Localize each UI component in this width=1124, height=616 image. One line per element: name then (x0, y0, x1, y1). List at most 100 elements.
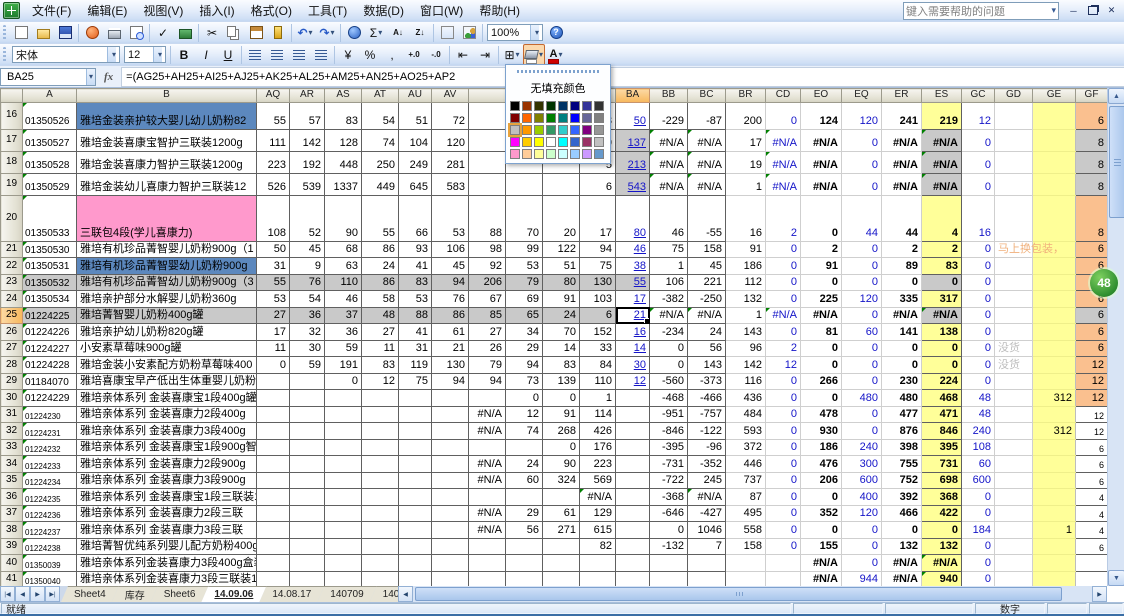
cell-ES22[interactable]: 83 (922, 258, 962, 275)
cell-GC19[interactable]: 0 (962, 173, 995, 195)
color-swatch-FFCC00[interactable] (522, 137, 532, 147)
cell-BA33[interactable] (616, 439, 650, 456)
cell-AW28[interactable]: 79 (469, 357, 506, 374)
cell-B25[interactable]: 雅培菁智婴儿奶粉400g罐 (77, 307, 257, 324)
cell-EO29[interactable]: 266 (801, 373, 842, 390)
cell-AT16[interactable]: 54 (362, 102, 399, 129)
cell-CD28[interactable]: 12 (766, 357, 801, 374)
cell-CD37[interactable]: 0 (766, 505, 801, 522)
cell-EQ27[interactable]: 0 (842, 340, 882, 357)
cell-AR39[interactable] (290, 538, 325, 555)
cell-EO38[interactable]: 0 (801, 522, 842, 539)
chevron-down-icon[interactable]: ▾ (516, 50, 520, 59)
cell-EQ28[interactable]: 0 (842, 357, 882, 374)
minimize-button[interactable]: ─ (1065, 3, 1082, 18)
cell-ER21[interactable]: 2 (882, 241, 922, 258)
cell-AR35[interactable] (290, 472, 325, 489)
cell-BC25[interactable]: #N/A (688, 307, 726, 324)
cell-EO33[interactable]: 186 (801, 439, 842, 456)
cell-AX20[interactable]: 70 (506, 195, 543, 241)
cell-ES28[interactable]: 0 (922, 357, 962, 374)
cell-AY25[interactable]: 24 (543, 307, 580, 324)
cell-EO20[interactable]: 0 (801, 195, 842, 241)
color-swatch-FF00FF[interactable] (510, 137, 520, 147)
cell-AQ34[interactable] (257, 456, 290, 473)
cell-CD27[interactable]: 2 (766, 340, 801, 357)
cell-AZ39[interactable]: 82 (580, 538, 616, 555)
cell-GF38[interactable]: 4 (1076, 522, 1108, 539)
cell-AZ29[interactable]: 110 (580, 373, 616, 390)
col-header-GD[interactable]: GD (995, 89, 1033, 103)
cell-BR26[interactable]: 143 (726, 324, 766, 341)
menu-item-编辑E[interactable]: 编辑(E) (79, 0, 135, 22)
cell-AW31[interactable]: #N/A (469, 406, 506, 423)
menu-item-工具T[interactable]: 工具(T) (300, 0, 355, 22)
cell-BB18[interactable]: #N/A (650, 151, 688, 173)
cell-AQ22[interactable]: 31 (257, 258, 290, 275)
cell-AT18[interactable]: 250 (362, 151, 399, 173)
cell-ER37[interactable]: 466 (882, 505, 922, 522)
cell-GF31[interactable]: 12 (1076, 406, 1108, 423)
cell-AY37[interactable]: 61 (543, 505, 580, 522)
horizontal-scrollbar[interactable]: ◀ ▶ (398, 586, 1107, 602)
cell-AV29[interactable]: 94 (432, 373, 469, 390)
cell-AY33[interactable]: 0 (543, 439, 580, 456)
cell-EQ30[interactable]: 480 (842, 390, 882, 407)
cell-AR19[interactable]: 539 (290, 173, 325, 195)
cell-BR16[interactable]: 200 (726, 102, 766, 129)
chart-wizard-icon[interactable] (436, 22, 458, 44)
row-header-30[interactable]: 30 (1, 390, 23, 407)
cell-BC41[interactable] (688, 571, 726, 586)
cell-BA29[interactable]: 12 (616, 373, 650, 390)
cell-AX32[interactable]: 74 (506, 423, 543, 440)
cell-EQ29[interactable]: 0 (842, 373, 882, 390)
previous-sheet-icon[interactable]: ◀ (15, 586, 30, 602)
color-swatch-FFFFFF[interactable] (546, 137, 556, 147)
cell-B36[interactable]: 雅培亲体系列 金装喜康宝1段三联装12 (77, 489, 257, 506)
cell-GC23[interactable]: 0 (962, 274, 995, 291)
cell-ES41[interactable]: 940 (922, 571, 962, 586)
bold-button[interactable]: B (173, 44, 195, 66)
cell-AV31[interactable] (432, 406, 469, 423)
row-header-19[interactable]: 19 (1, 173, 23, 195)
cell-GC29[interactable]: 0 (962, 373, 995, 390)
cell-GF39[interactable]: 6 (1076, 538, 1108, 555)
cell-EQ38[interactable]: 0 (842, 522, 882, 539)
cell-AU20[interactable]: 66 (399, 195, 432, 241)
cell-EO25[interactable]: #N/A (801, 307, 842, 324)
cell-GC38[interactable]: 184 (962, 522, 995, 539)
cell-AY26[interactable]: 70 (543, 324, 580, 341)
cell-EO30[interactable]: 0 (801, 390, 842, 407)
cell-A18[interactable]: 01350528 (23, 151, 77, 173)
cell-AY31[interactable]: 91 (543, 406, 580, 423)
cell-AX27[interactable]: 29 (506, 340, 543, 357)
cell-BR25[interactable]: 1 (726, 307, 766, 324)
cell-AR41[interactable] (290, 571, 325, 586)
row-header-32[interactable]: 32 (1, 423, 23, 440)
cell-AY24[interactable]: 91 (543, 291, 580, 308)
cell-GF37[interactable]: 4 (1076, 505, 1108, 522)
cell-CD30[interactable]: 0 (766, 390, 801, 407)
cell-A19[interactable]: 01350529 (23, 173, 77, 195)
cell-AR33[interactable] (290, 439, 325, 456)
cell-AS23[interactable]: 110 (325, 274, 362, 291)
cell-AR31[interactable] (290, 406, 325, 423)
cell-GC34[interactable]: 60 (962, 456, 995, 473)
cell-BB31[interactable]: -951 (650, 406, 688, 423)
cell-BC26[interactable]: 24 (688, 324, 726, 341)
cell-EO31[interactable]: 478 (801, 406, 842, 423)
cell-GC16[interactable]: 12 (962, 102, 995, 129)
cell-ER39[interactable]: 132 (882, 538, 922, 555)
cell-EQ32[interactable]: 0 (842, 423, 882, 440)
cell-AT37[interactable] (362, 505, 399, 522)
cell-BA31[interactable] (616, 406, 650, 423)
name-box[interactable]: BA25 ▾ (0, 68, 96, 86)
cell-AR37[interactable] (290, 505, 325, 522)
underline-button[interactable]: U (217, 44, 239, 66)
cell-GF26[interactable]: 6 (1076, 324, 1108, 341)
cell-ES34[interactable]: 731 (922, 456, 962, 473)
cell-ES18[interactable]: #N/A (922, 151, 962, 173)
cell-BA38[interactable] (616, 522, 650, 539)
cell-CD41[interactable] (766, 571, 801, 586)
cell-B27[interactable]: 小安素草莓味900g罐 (77, 340, 257, 357)
